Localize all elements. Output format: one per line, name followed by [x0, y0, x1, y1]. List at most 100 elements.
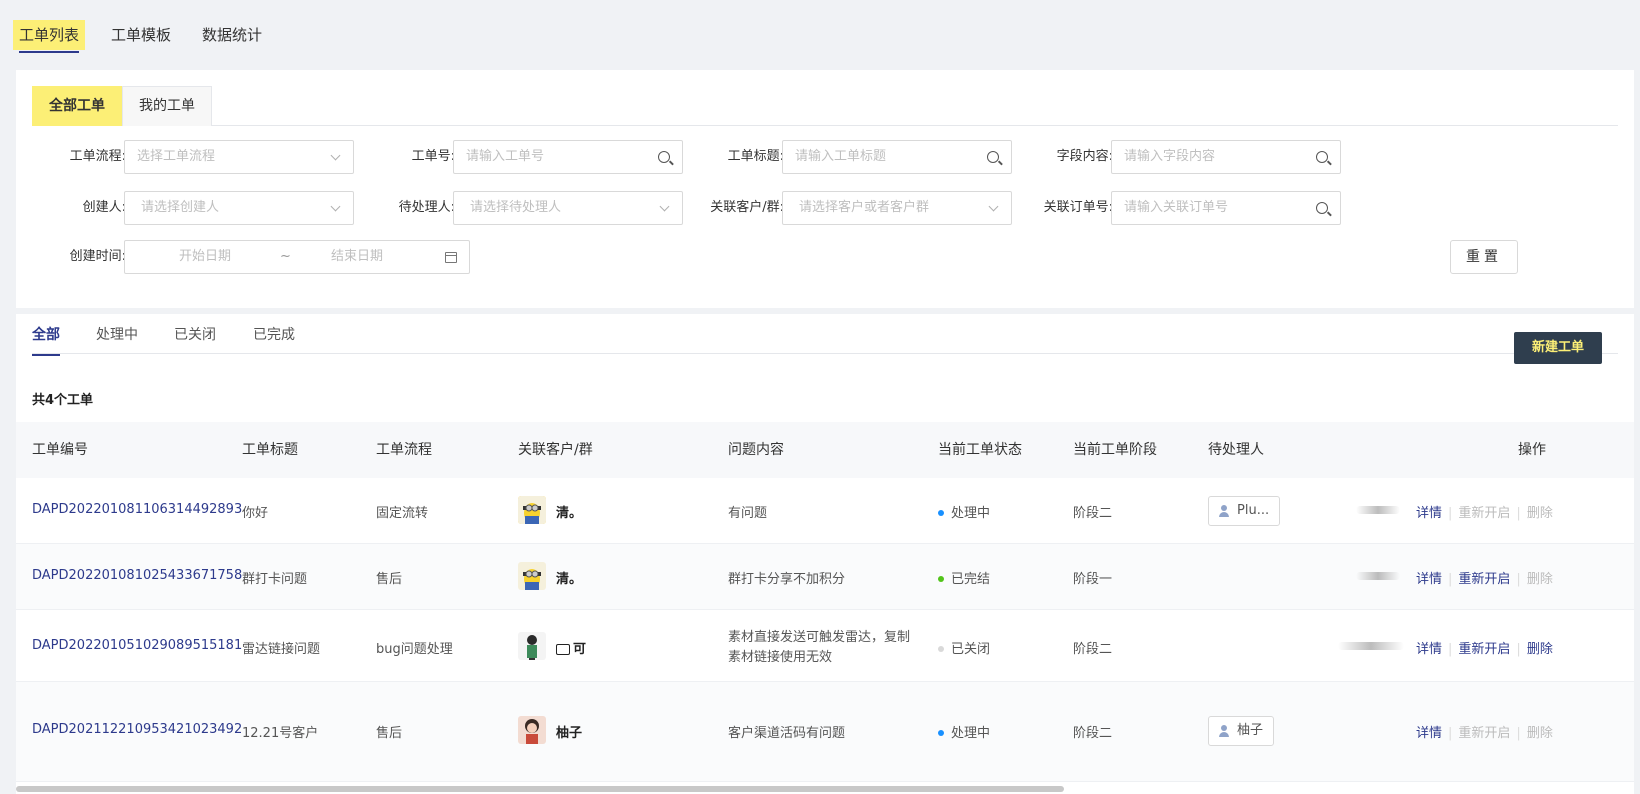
col-actions: 操作: [1518, 442, 1546, 458]
order-input[interactable]: 请输入关联订单号: [1111, 191, 1341, 225]
ticket-title-placeholder: 请输入工单标题: [795, 149, 887, 164]
delete-link[interactable]: 删除: [1527, 572, 1553, 587]
issue-content: 群打卡分享不加积分: [728, 572, 846, 587]
ticket-title-input[interactable]: 请输入工单标题: [782, 140, 1012, 174]
stage: 阶段一: [1073, 572, 1113, 587]
col-customer: 关联客户/群: [518, 442, 593, 458]
table-row[interactable]: DAPD202201051029089515181 雷达链接问题 bug问题处理…: [16, 610, 1634, 682]
customer-name: 可: [556, 638, 586, 657]
assignee-tag[interactable]: 柚子: [1208, 716, 1275, 746]
customer-name: 清。: [556, 506, 583, 521]
stage: 阶段二: [1073, 726, 1113, 741]
customer-avatar: [518, 716, 546, 744]
order-label: 关联订单号:: [1043, 200, 1113, 215]
customer-avatar: [518, 496, 546, 524]
creator-label: 创建人:: [82, 200, 126, 215]
col-ticket-flow: 工单流程: [376, 442, 432, 458]
flow-select[interactable]: 选择工单流程: [124, 140, 354, 174]
tab-status-closed[interactable]: 已关闭: [174, 324, 216, 354]
status-badge: 处理中: [938, 722, 990, 741]
flow-placeholder: 选择工单流程: [137, 149, 216, 164]
search-icon[interactable]: [987, 151, 999, 163]
user-icon: [1219, 725, 1229, 737]
field-content-placeholder: 请输入字段内容: [1124, 149, 1216, 164]
nav-tab-ticket-template[interactable]: 工单模板: [105, 20, 177, 50]
status-tabs: 全部 处理中 已关闭 已完成: [32, 314, 1618, 356]
detail-link[interactable]: 详情: [1416, 726, 1442, 741]
table-header: 工单编号 工单标题 工单流程 关联客户/群 问题内容 当前工单状态 当前工单阶段…: [16, 422, 1634, 478]
blurred-content: [1338, 642, 1404, 650]
tab-status-processing[interactable]: 处理中: [96, 324, 138, 354]
ticket-id-link[interactable]: DAPD202201051029089515181: [32, 638, 242, 653]
customer-select[interactable]: 请选择客户或者客户群: [782, 191, 1012, 225]
search-icon[interactable]: [1316, 151, 1328, 163]
detail-link[interactable]: 详情: [1416, 572, 1442, 587]
table-row[interactable]: DAPD202201081025433671758 群打卡问题 售后 清。 群打…: [16, 544, 1634, 610]
tab-my-tickets[interactable]: 我的工单: [122, 86, 212, 126]
customer-name: 柚子: [556, 726, 583, 741]
ticket-flow: bug问题处理: [376, 642, 453, 657]
status-dot-icon: [938, 645, 944, 652]
tab-status-completed[interactable]: 已完成: [253, 324, 295, 354]
search-icon[interactable]: [1316, 202, 1328, 214]
ticket-no-label: 工单号:: [411, 149, 455, 164]
field-content-label: 字段内容:: [1056, 149, 1113, 164]
delete-link[interactable]: 删除: [1527, 642, 1553, 657]
col-ticket-title: 工单标题: [242, 442, 298, 458]
blurred-content: [1356, 506, 1400, 514]
nav-tab-statistics[interactable]: 数据统计: [196, 20, 268, 50]
reset-button[interactable]: 重置: [1450, 240, 1518, 274]
date-range-picker[interactable]: 开始日期 ~ 结束日期: [124, 240, 470, 274]
status-badge: 已关闭: [938, 638, 990, 657]
table-row[interactable]: DAPD202112210953421023492 12.21号客户 售后 柚子…: [16, 682, 1634, 782]
ticket-scope-tabs: 全部工单 我的工单: [32, 86, 1618, 126]
end-date-placeholder[interactable]: 结束日期: [331, 241, 383, 273]
delete-link[interactable]: 删除: [1527, 506, 1553, 521]
ticket-title: 你好: [242, 506, 269, 521]
tab-status-all[interactable]: 全部: [32, 324, 60, 356]
detail-link[interactable]: 详情: [1416, 642, 1442, 657]
customer-avatar: [518, 632, 546, 660]
creator-placeholder: 请选择创建人: [141, 200, 220, 215]
row-actions: 详情 | 重新开启 | 删除: [1416, 506, 1553, 521]
nav-tab-ticket-list[interactable]: 工单列表: [13, 20, 86, 53]
table-row[interactable]: DAPD202201081106314492893 你好 固定流转 清。 有问题…: [16, 478, 1634, 544]
issue-content: 客户渠道活码有问题: [728, 726, 846, 741]
detail-link[interactable]: 详情: [1416, 506, 1442, 521]
reopen-link[interactable]: 重新开启: [1458, 726, 1510, 741]
chevron-down-icon: [988, 201, 999, 212]
assignee-tag[interactable]: Plu...: [1208, 496, 1281, 526]
created-time-label: 创建时间:: [69, 249, 126, 264]
horizontal-scrollbar[interactable]: [16, 786, 1064, 792]
creator-select[interactable]: 请选择创建人: [124, 191, 354, 225]
ticket-title: 雷达链接问题: [242, 642, 321, 657]
ticket-flow: 固定流转: [376, 506, 429, 521]
reopen-link[interactable]: 重新开启: [1458, 506, 1510, 521]
date-separator: ~: [280, 249, 291, 264]
calendar-icon: [445, 252, 457, 263]
status-badge: 处理中: [938, 502, 990, 521]
status-dot-icon: [938, 575, 944, 582]
reopen-link[interactable]: 重新开启: [1458, 642, 1510, 657]
customer-placeholder: 请选择客户或者客户群: [799, 200, 930, 215]
col-issue: 问题内容: [728, 442, 784, 458]
order-placeholder: 请输入关联订单号: [1124, 200, 1229, 215]
status-badge: 已完结: [938, 568, 990, 587]
ticket-id-link[interactable]: DAPD202201081106314492893: [32, 502, 242, 517]
stage: 阶段二: [1073, 506, 1113, 521]
delete-link[interactable]: 删除: [1527, 726, 1553, 741]
user-icon: [1219, 505, 1229, 517]
issue-content: 素材直接发送可触发雷达，复制素材链接使用无效: [728, 630, 911, 665]
field-content-input[interactable]: 请输入字段内容: [1111, 140, 1341, 174]
ticket-id-link[interactable]: DAPD202112210953421023492: [32, 722, 242, 737]
new-ticket-button[interactable]: 新建工单: [1514, 332, 1602, 364]
tab-all-tickets[interactable]: 全部工单: [32, 86, 122, 126]
col-assignee: 待处理人: [1208, 442, 1264, 458]
assignee-select[interactable]: 请选择待处理人: [453, 191, 683, 225]
search-icon[interactable]: [658, 151, 670, 163]
ticket-no-input[interactable]: 请输入工单号: [453, 140, 683, 174]
reopen-link[interactable]: 重新开启: [1458, 572, 1510, 587]
start-date-placeholder[interactable]: 开始日期: [179, 241, 231, 273]
ticket-id-link[interactable]: DAPD202201081025433671758: [32, 568, 242, 583]
status-dot-icon: [938, 729, 944, 736]
